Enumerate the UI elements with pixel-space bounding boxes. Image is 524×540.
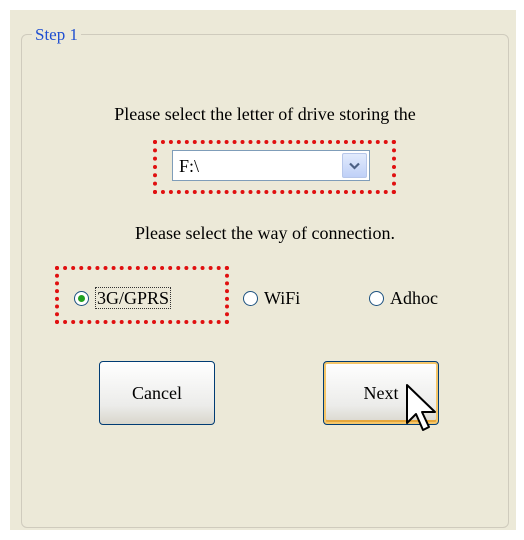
drive-prompt: Please select the letter of drive storin… xyxy=(114,104,416,124)
radio-label-wifi: WiFi xyxy=(264,288,301,308)
radio-option-wifi[interactable]: WiFi xyxy=(243,286,300,310)
mouse-pointer-icon xyxy=(406,384,436,431)
radio-button-adhoc[interactable] xyxy=(369,290,384,306)
radio-label-adhoc: Adhoc xyxy=(390,288,438,308)
connection-highlight-box xyxy=(55,266,229,324)
radio-button-wifi[interactable] xyxy=(243,290,258,306)
connection-prompt: Please select the way of connection. xyxy=(135,223,395,243)
radio-option-adhoc[interactable]: Adhoc xyxy=(369,286,438,310)
drive-highlight-box xyxy=(153,140,396,194)
step-legend: Step 1 xyxy=(32,25,81,45)
cancel-button[interactable]: Cancel xyxy=(99,361,215,425)
